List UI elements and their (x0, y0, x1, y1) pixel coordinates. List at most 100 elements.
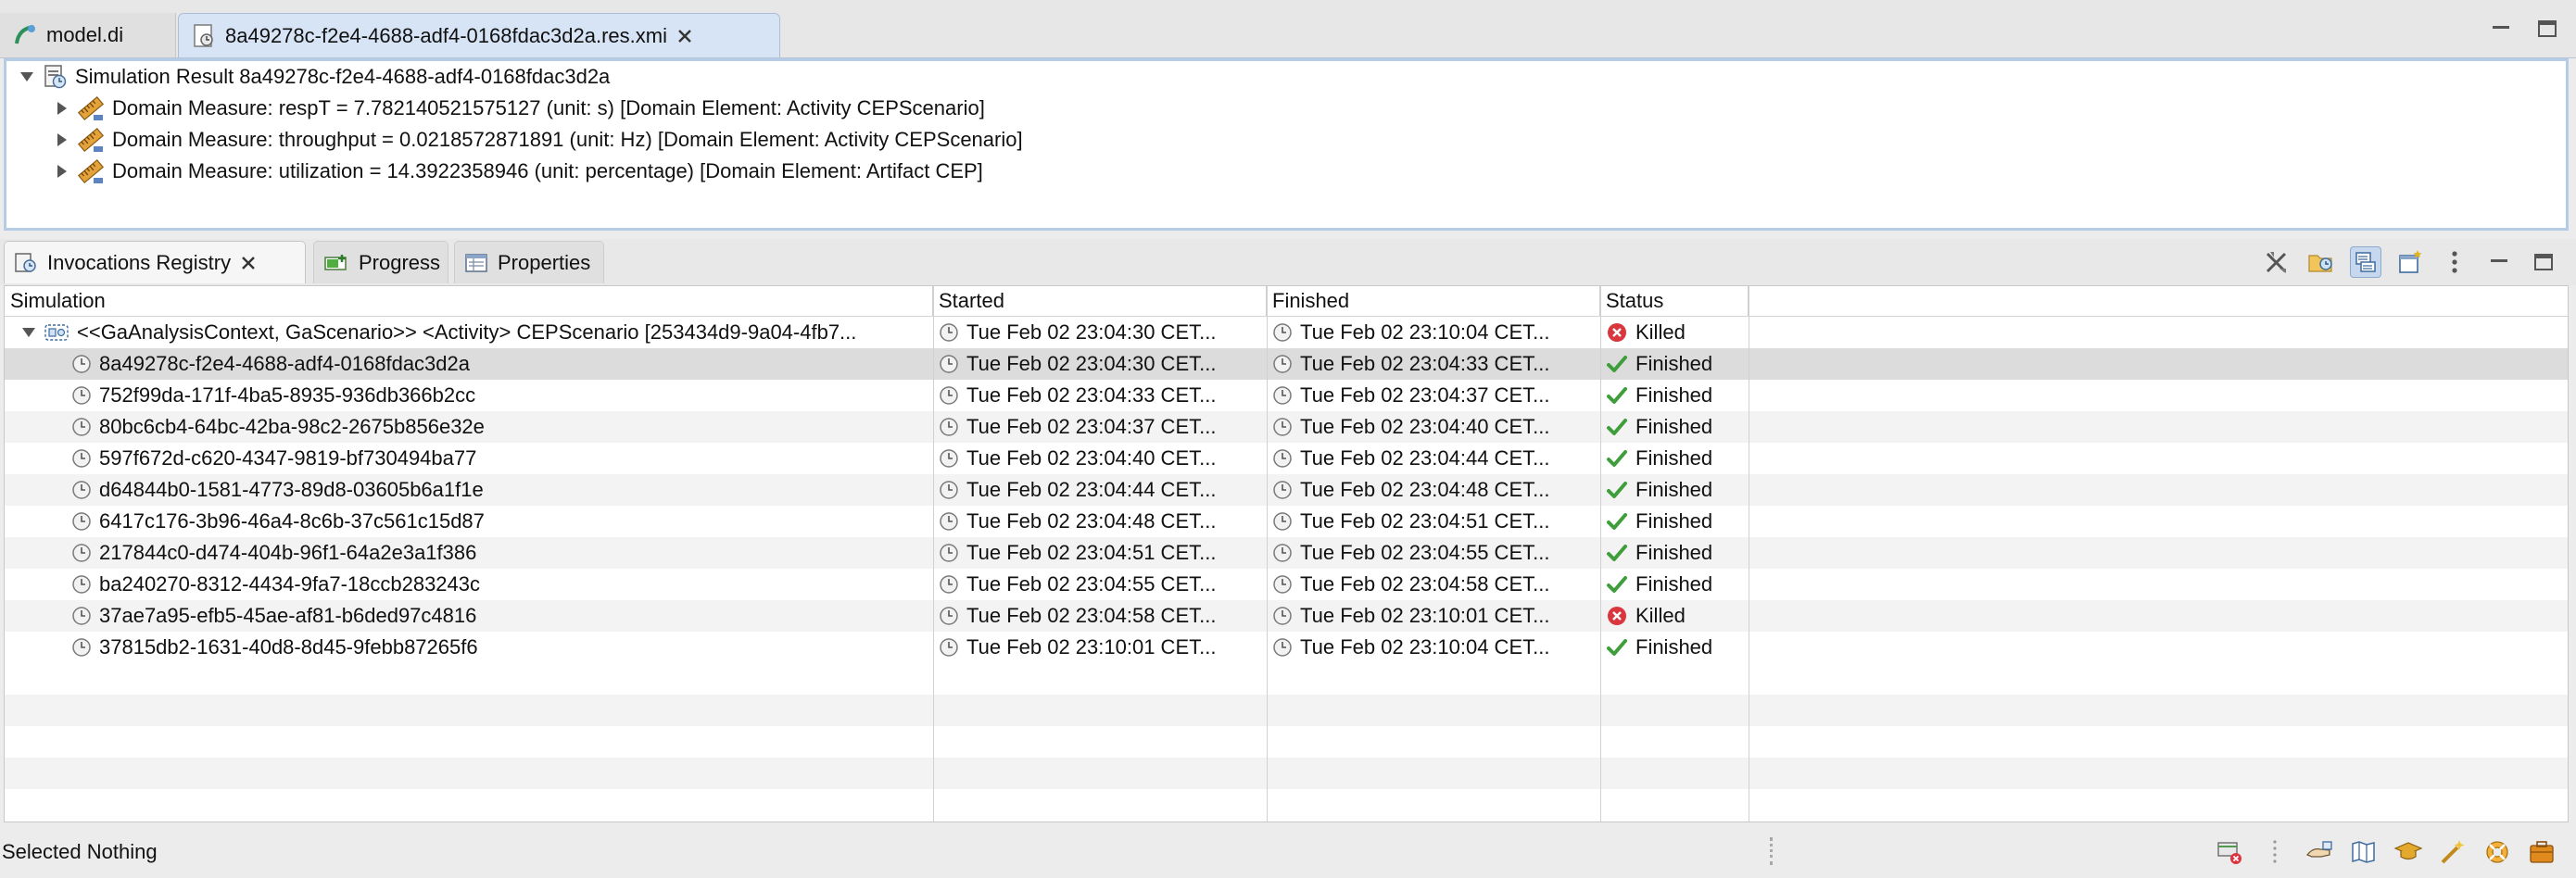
cell-simulation: 597f672d-c620-4347-9819-bf730494ba77 (99, 446, 477, 470)
minimize-icon[interactable] (2489, 17, 2513, 41)
database-error-icon[interactable] (2215, 836, 2246, 868)
cell-finished: Tue Feb 02 23:04:37 CET... (1300, 383, 1550, 407)
status-bar: Selected Nothing (0, 826, 2576, 878)
scenario-group-icon (44, 322, 69, 343)
tree-root-row[interactable]: Simulation Result 8a49278c-f2e4-4688-adf… (19, 61, 610, 93)
tree-item-utilization[interactable]: Domain Measure: utilization = 14.3922358… (55, 156, 983, 187)
measure-ruler-icon (77, 126, 105, 154)
column-header-simulation[interactable]: Simulation (5, 286, 933, 316)
table-row[interactable]: ba240270-8312-4434-9fa7-18ccb283243c Tue … (5, 569, 2568, 600)
table-row[interactable]: 37815db2-1631-40d8-8d45-9febb87265f6 Tue … (5, 632, 2568, 663)
expand-down-icon[interactable] (19, 69, 34, 84)
clock-icon (71, 511, 92, 532)
cell-finished: Tue Feb 02 23:10:01 CET... (1300, 604, 1550, 627)
column-header-finished[interactable]: Finished (1267, 286, 1600, 316)
cell-status: Finished (1635, 446, 1713, 470)
cell-status: Finished (1635, 541, 1713, 564)
clock-icon (939, 543, 959, 563)
cell-finished: Tue Feb 02 23:04:40 CET... (1300, 415, 1550, 438)
tab-model-di[interactable]: model.di (0, 13, 176, 57)
empty-row (5, 789, 2568, 821)
clock-icon (1272, 480, 1293, 500)
table-row[interactable]: 8a49278c-f2e4-4688-adf4-0168fdac3d2a Tue … (5, 348, 2568, 380)
measure-ruler-icon (77, 94, 105, 122)
editor-area: model.di 8a49278c-f2e4-4688-adf4-0168fda… (0, 0, 2576, 235)
close-icon[interactable] (676, 28, 693, 44)
cell-status: Finished (1635, 352, 1713, 375)
cell-started: Tue Feb 02 23:04:48 CET... (966, 509, 1217, 533)
view-toolbar (2261, 246, 2559, 278)
clock-icon (1272, 606, 1293, 626)
cell-simulation: 6417c176-3b96-46a4-8c6b-37c561c15d87 (99, 509, 485, 533)
empty-row (5, 758, 2568, 789)
result-tree: Simulation Result 8a49278c-f2e4-4688-adf… (4, 58, 2569, 231)
finished-check-icon (1606, 510, 1628, 533)
table-row[interactable]: 6417c176-3b96-46a4-8c6b-37c561c15d87 Tue … (5, 506, 2568, 537)
table-row[interactable]: 752f99da-171f-4ba5-8935-936db366b2cc Tue … (5, 380, 2568, 411)
clock-icon (939, 574, 959, 595)
briefcase-icon[interactable] (2526, 836, 2557, 868)
link-editor-icon[interactable] (2350, 246, 2381, 278)
table-row[interactable]: 37ae7a95-efb5-45ae-af81-b6ded97c4816 Tue … (5, 600, 2568, 632)
collapse-icon[interactable] (21, 325, 36, 340)
table-row[interactable]: d64844b0-1581-4773-89d8-03605b6a1f1e Tue … (5, 474, 2568, 506)
lifebuoy-icon[interactable] (2481, 836, 2513, 868)
view-menu-icon[interactable] (2439, 246, 2470, 278)
column-header-status[interactable]: Status (1600, 286, 1749, 316)
table-row[interactable]: 217844c0-d474-404b-96f1-64a2e3a1f386 Tue … (5, 537, 2568, 569)
table-header: Simulation Started Finished Status (5, 286, 2568, 317)
expand-right-icon[interactable] (55, 164, 69, 179)
clock-icon (71, 385, 92, 406)
graduation-cap-icon[interactable] (2393, 836, 2424, 868)
column-divider (933, 286, 934, 822)
column-header-started[interactable]: Started (933, 286, 1267, 316)
cell-status: Finished (1635, 383, 1713, 407)
expand-right-icon[interactable] (55, 132, 69, 147)
cell-finished: Tue Feb 02 23:10:04 CET... (1300, 320, 1550, 344)
column-divider (1267, 286, 1268, 822)
cell-simulation: ba240270-8312-4434-9fa7-18ccb283243c (99, 572, 481, 596)
status-separator (1770, 837, 1773, 865)
table-row[interactable]: 80bc6cb4-64bc-42ba-98c2-2675b856e32e Tue … (5, 411, 2568, 443)
map-book-icon[interactable] (2348, 836, 2380, 868)
finished-check-icon (1606, 447, 1628, 470)
close-icon[interactable] (240, 255, 257, 271)
finished-check-icon (1606, 573, 1628, 596)
remove-all-icon[interactable] (2261, 246, 2292, 278)
editor-tab-bar: model.di 8a49278c-f2e4-4688-adf4-0168fda… (0, 0, 2576, 58)
clock-icon (939, 322, 959, 343)
clock-icon (1272, 322, 1293, 343)
measure-ruler-icon (77, 157, 105, 185)
maximize-icon[interactable] (2528, 246, 2559, 278)
tree-item-throughput[interactable]: Domain Measure: throughput = 0.021857287… (55, 124, 1023, 156)
new-window-icon[interactable] (2394, 246, 2426, 278)
table-row-parent[interactable]: <<GaAnalysisContext, GaScenario>> <Activ… (5, 317, 2568, 348)
clock-icon (939, 511, 959, 532)
expand-right-icon[interactable] (55, 101, 69, 116)
magic-wand-icon[interactable] (2437, 836, 2469, 868)
tab-progress[interactable]: Progress (313, 241, 448, 283)
tab-properties[interactable]: Properties (454, 241, 604, 283)
table-row[interactable]: 597f672d-c620-4347-9819-bf730494ba77 Tue … (5, 443, 2568, 474)
finished-check-icon (1606, 479, 1628, 501)
cell-simulation: 37ae7a95-efb5-45ae-af81-b6ded97c4816 (99, 604, 477, 627)
cell-simulation: <<GaAnalysisContext, GaScenario>> <Activ… (77, 320, 857, 344)
hand-help-icon[interactable] (2304, 836, 2335, 868)
clock-icon (71, 448, 92, 469)
minimize-icon[interactable] (2483, 246, 2515, 278)
tree-item-respT[interactable]: Domain Measure: respT = 7.78214052157512… (55, 93, 985, 124)
clock-icon (71, 637, 92, 658)
tab-invocations-label: Invocations Registry (47, 250, 232, 274)
tab-invocations-registry[interactable]: Invocations Registry (4, 241, 306, 283)
cell-started: Tue Feb 02 23:10:01 CET... (966, 635, 1217, 658)
cell-finished: Tue Feb 02 23:04:55 CET... (1300, 541, 1550, 564)
simulation-result-icon (42, 64, 68, 90)
maximize-icon[interactable] (2535, 17, 2559, 41)
open-folder-icon[interactable] (2305, 246, 2337, 278)
tab-result-xmi[interactable]: 8a49278c-f2e4-4688-adf4-0168fdac3d2a.res… (178, 13, 780, 57)
status-text: Selected Nothing (2, 840, 158, 863)
clock-icon (71, 417, 92, 437)
status-icons (2215, 835, 2557, 869)
tree-item-label: Domain Measure: respT = 7.78214052157512… (112, 96, 985, 119)
cell-finished: Tue Feb 02 23:04:48 CET... (1300, 478, 1550, 501)
